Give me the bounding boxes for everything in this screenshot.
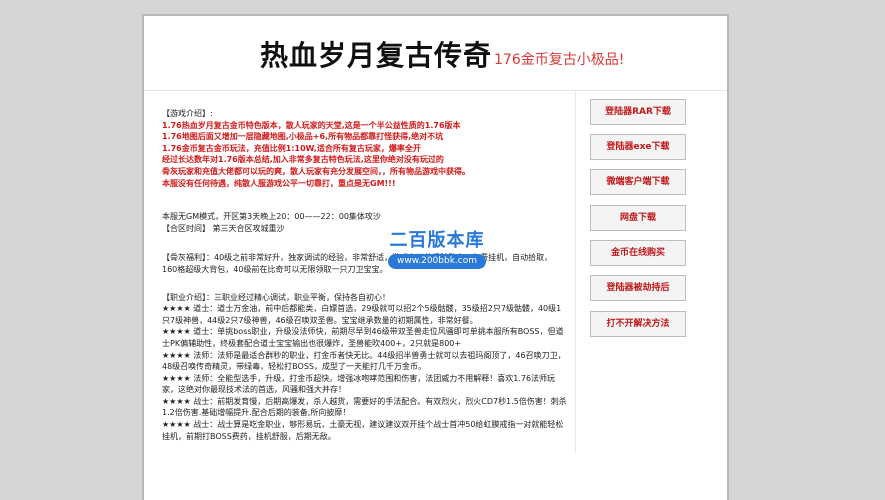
class-line: ★★★★ 道士：单挑boss职业，升级没法师快，前期尽早到46级带双圣兽走位风骚… (162, 327, 564, 348)
page-container: 热血岁月复古传奇 176金币复古小极品! 【游戏介绍】: 1.76热血岁月复古金… (142, 14, 729, 500)
header: 热血岁月复古传奇 176金币复古小极品! (144, 16, 727, 91)
hijack-help-button[interactable]: 登陆器被劫持后 (590, 275, 686, 301)
logo-name: 二百版本库 (389, 230, 485, 251)
class-line: ★★★★ 法师：全能型选手，升级，打金币超快。增强冰咆哮范围和伤害，法团威力不用… (162, 373, 556, 395)
page-title: 热血岁月复古传奇 (260, 39, 493, 72)
main-content: 【游戏介绍】: 1.76热血岁月复古金币特色版本，散人玩家的天堂,这是一个半公益… (162, 108, 567, 442)
watermark-logo: 二百版本库 www.200bbk.com (384, 230, 490, 272)
merge-time: 【合区时间】 第三天合区攻城重沙 (162, 223, 285, 233)
benefits-text: 【骨灰福利】：40级之前非常好升，独家调试的经验，非常舒适，游戏有双倍经验勋章！… (162, 253, 553, 274)
cannot-open-help-button[interactable]: 打不开解决方法 (590, 311, 686, 337)
page-subtitle: 176金币复古小极品! (494, 52, 625, 68)
logo-url: www.200bbk.com (388, 254, 486, 269)
intro-line: 1.76金币复古金币玩法，充值比例1:10W,适合所有复古玩家，爆率全开 (162, 143, 421, 153)
buy-gold-button[interactable]: 金币在线购买 (590, 240, 686, 266)
intro-line: 本服没有任何待遇，纯散人服游戏公平一切靠打，重点是无GM!!! (162, 178, 396, 188)
intro-line: 1.76热血岁月复古金币特色版本，散人玩家的天堂,这是一个半公益性质的1.76版… (162, 120, 461, 130)
download-microclient-button[interactable]: 微端客户端下载 (590, 169, 686, 195)
download-exe-button[interactable]: 登陆器exe下载 (590, 134, 686, 160)
intro-line: 1.76地图后面又增加一层隐藏地图,小极品+6,所有物品都靠打怪获得,绝对不坑 (162, 132, 444, 142)
classes-heading: 【职业介绍】：三职业经过精心调试，职业平衡，保持各自初心！ (162, 292, 390, 302)
class-line: ★★★★ 道士：道士万金油，前中后都能类，白嫖首选，29级就可以招2个5级骷髅，… (162, 304, 562, 325)
intro-line: 骨灰玩家和充值大佬都可以玩的爽，散人玩家有充分发展空间，，所有物品游戏中获得。 (162, 166, 470, 176)
class-line: ★★★★ 战士：战士算是吃金职业，够形易玩，土豪无视，建议建议双开挂个战士首冲5… (162, 420, 564, 441)
class-line: ★★★★ 战士：前期发育慢，后期高爆发，杀人越货，需要好的手法配合。有双烈火，烈… (162, 396, 567, 418)
class-line: ★★★★ 法师：法师是最适合群秒的职业，打金币者快无比。44级招半兽勇士就可以去… (162, 350, 566, 372)
sidebar-divider (575, 92, 576, 452)
netdisk-download-button[interactable]: 网盘下载 (590, 205, 686, 231)
schedule-line: 本服无GM模式，开区第3天晚上20：00——22：00集体攻沙 (162, 212, 381, 222)
download-rar-button[interactable]: 登陆器RAR下载 (590, 99, 686, 125)
intro-line: 经过长达数年对1.76版本总结,加入非常多复古特色玩法,这里你绝对没有玩过的 (162, 155, 444, 165)
intro-heading: 【游戏介绍】: (162, 109, 213, 118)
